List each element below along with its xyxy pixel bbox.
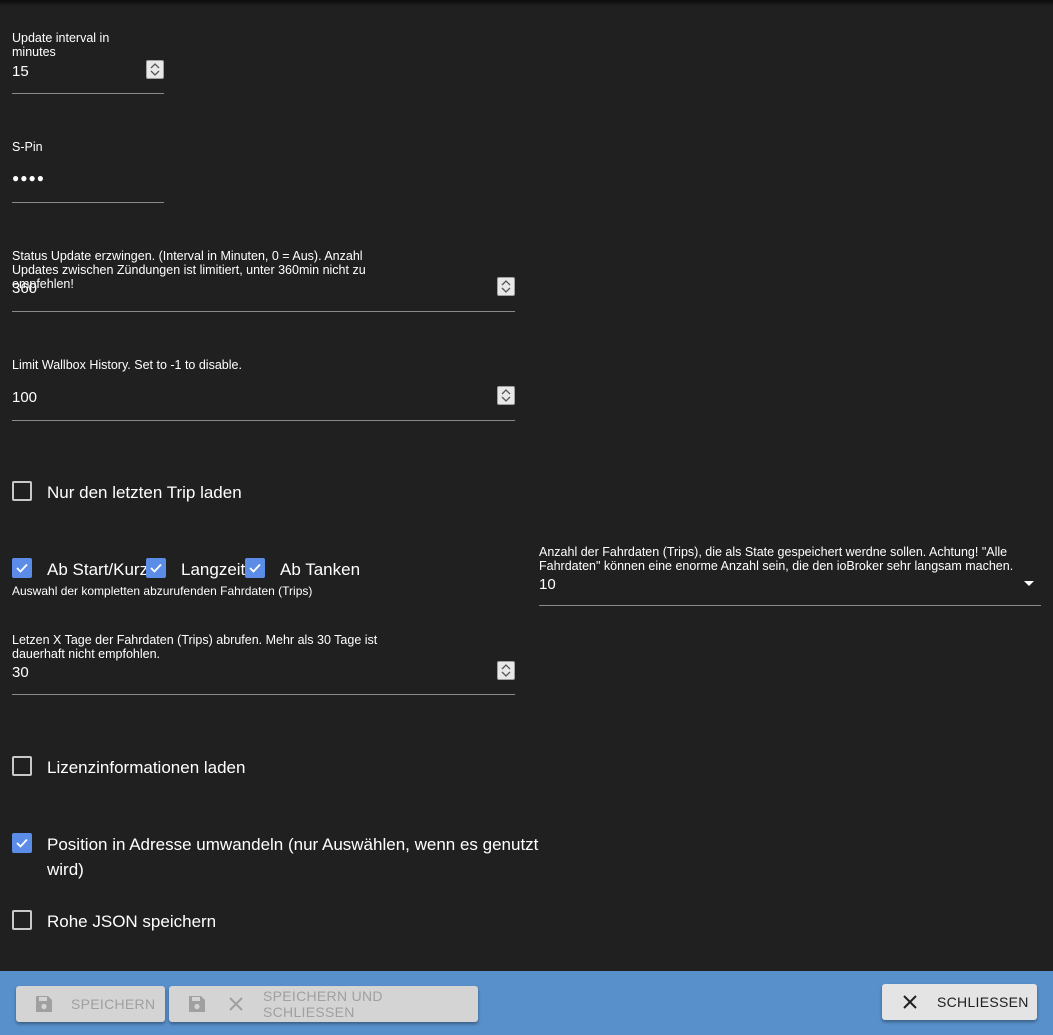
spinner-arrows-icon	[501, 389, 511, 402]
save-button[interactable]: SPEICHERN	[16, 986, 165, 1022]
refuel-checkbox[interactable]	[245, 558, 265, 578]
force-status-label: Status Update erzwingen. (Interval in Mi…	[12, 249, 366, 291]
wallbox-history-input[interactable]: 100	[12, 389, 37, 406]
save-close-button-label: SPEICHERN UND SCHLIESSEN	[263, 988, 383, 1020]
position-label-line1: Position in Adresse umwandeln (nur Auswä…	[47, 835, 539, 854]
last-days-spinner[interactable]	[497, 661, 515, 680]
spinner-arrows-icon	[150, 63, 160, 76]
force-status-spinner[interactable]	[497, 277, 515, 296]
trip-count-field: Anzahl der Fahrdaten (Trips), die als St…	[539, 545, 1041, 607]
spin-field: S-Pin ●●●●	[12, 140, 164, 204]
wallbox-history-underline	[12, 420, 515, 421]
spin-label: S-Pin	[12, 140, 43, 154]
save-icon	[36, 996, 52, 1012]
close-icon	[229, 997, 243, 1011]
long-term-checkbox[interactable]	[146, 558, 166, 578]
trip-count-select[interactable]: 10	[539, 576, 556, 593]
check-icon	[16, 838, 28, 848]
license-label: Lizenzinformationen laden	[47, 758, 246, 777]
position-checkbox[interactable]	[12, 833, 32, 853]
close-button-label: SCHLIESSEN	[937, 994, 1029, 1010]
wallbox-history-field: Limit Wallbox History. Set to -1 to disa…	[12, 358, 515, 422]
last-days-input[interactable]: 30	[12, 664, 29, 681]
wallbox-history-spinner[interactable]	[497, 386, 515, 405]
force-status-underline	[12, 311, 515, 312]
check-icon	[16, 563, 28, 573]
update-interval-input[interactable]: 15	[12, 63, 29, 80]
save-icon	[189, 996, 205, 1012]
refuel-label: Ab Tanken	[280, 560, 361, 579]
raw-json-checkbox[interactable]	[12, 910, 32, 930]
position-label-line2: wird)	[47, 860, 84, 879]
top-shadow	[0, 0, 1053, 6]
start-short-label: Ab Start/Kurz	[47, 560, 149, 579]
force-status-field: 360 Status Update erzwingen. (Interval i…	[12, 249, 515, 313]
spinner-arrows-icon	[501, 280, 511, 293]
trip-count-label: Anzahl der Fahrdaten (Trips), die als St…	[539, 545, 1014, 573]
trip-count-underline	[539, 605, 1041, 606]
start-short-checkbox[interactable]	[12, 558, 32, 578]
license-checkbox[interactable]	[12, 756, 32, 776]
check-icon	[150, 563, 162, 573]
update-interval-underline	[12, 93, 164, 94]
update-interval-field: Update interval in minutes 15	[12, 31, 164, 95]
wallbox-history-label: Limit Wallbox History. Set to -1 to disa…	[12, 358, 242, 372]
chevron-down-icon[interactable]	[1023, 580, 1035, 588]
spin-underline	[12, 202, 164, 203]
last-trip-checkbox[interactable]	[12, 481, 32, 501]
spinner-arrows-icon	[501, 664, 511, 677]
long-term-label: Langzeit	[181, 560, 246, 579]
last-days-field: Letzen X Tage der Fahrdaten (Trips) abru…	[12, 633, 515, 697]
update-interval-label: Update interval in minutes	[12, 31, 110, 59]
raw-json-label: Rohe JSON speichern	[47, 912, 217, 931]
last-trip-label: Nur den letzten Trip laden	[47, 483, 242, 502]
spin-input[interactable]: ●●●●	[12, 171, 45, 185]
check-icon	[249, 563, 261, 573]
close-icon	[903, 995, 917, 1009]
update-interval-spinner[interactable]	[146, 60, 164, 79]
close-button[interactable]: SCHLIESSEN	[882, 984, 1037, 1020]
last-days-underline	[12, 694, 515, 695]
trip-selection-hint: Auswahl der kompletten abzurufenden Fahr…	[12, 584, 313, 598]
footer-bar: SPEICHERN SPEICHERN UND SCHLIESSEN SCHLI…	[0, 971, 1053, 1035]
save-close-button[interactable]: SPEICHERN UND SCHLIESSEN	[169, 986, 478, 1022]
last-days-label: Letzen X Tage der Fahrdaten (Trips) abru…	[12, 633, 378, 661]
save-button-label: SPEICHERN	[71, 996, 156, 1012]
